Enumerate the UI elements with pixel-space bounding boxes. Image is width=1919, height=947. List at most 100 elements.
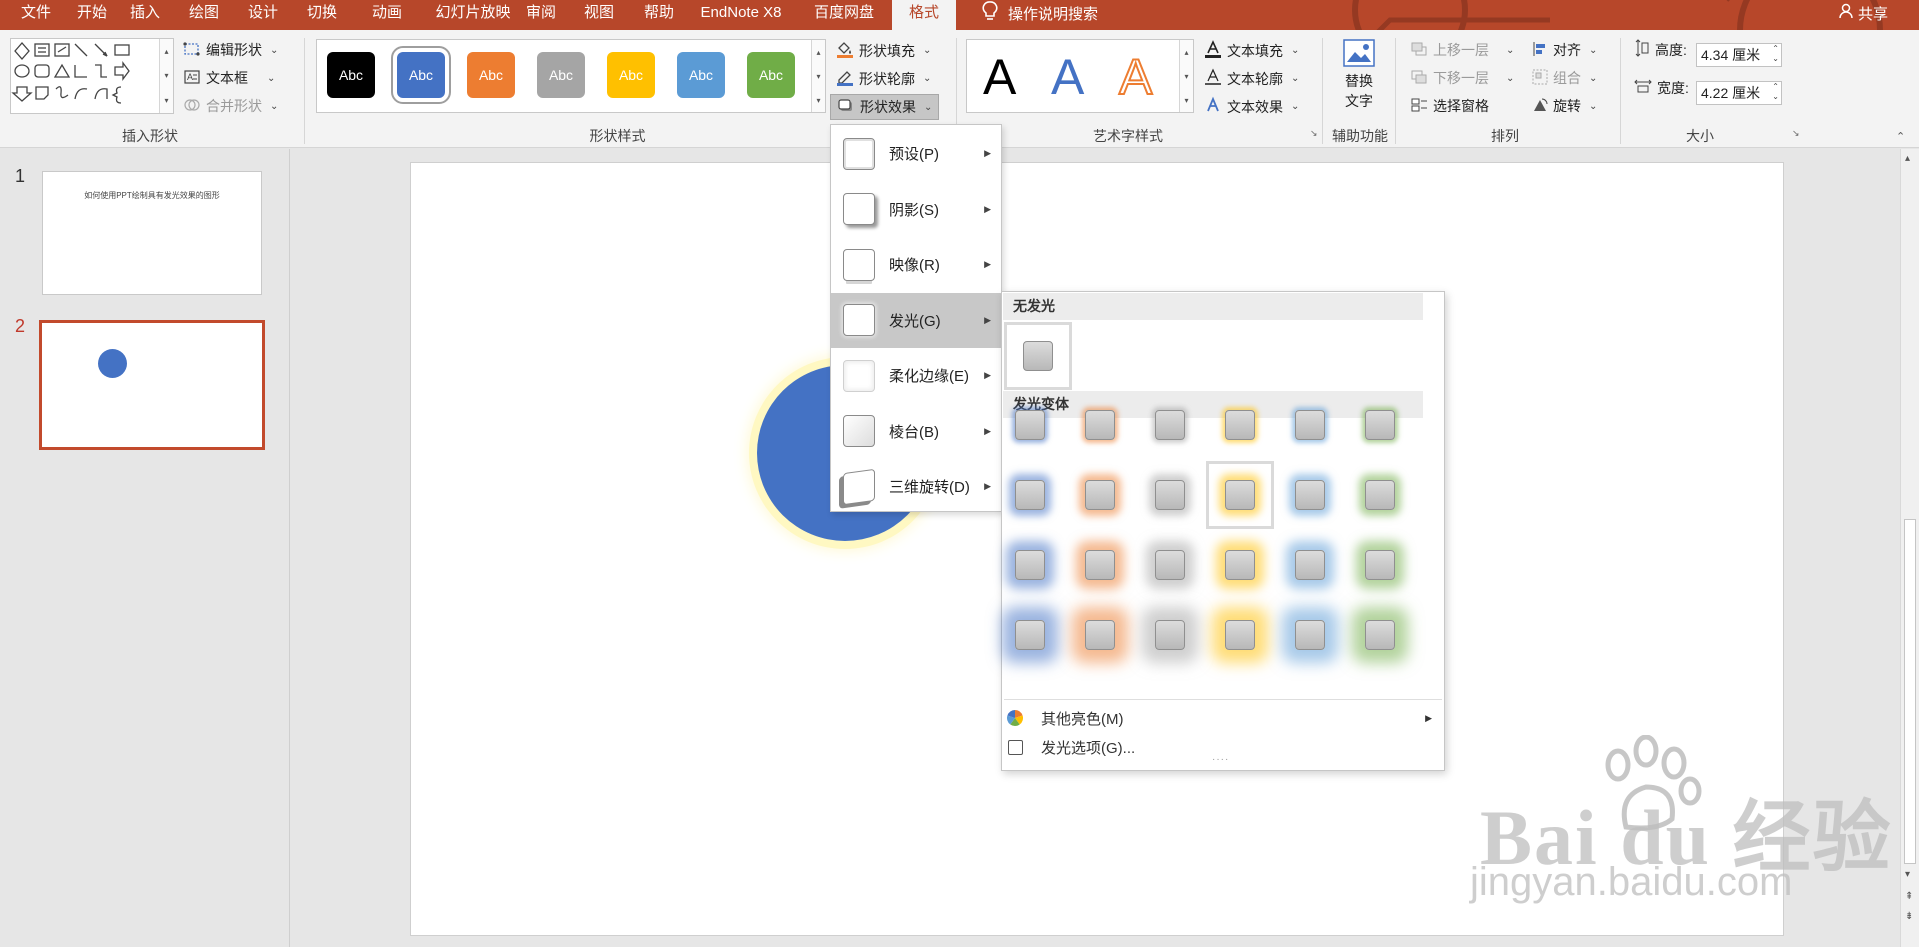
effects-menu-item-4[interactable]: 柔化边缘(E) ▶ — [831, 348, 1001, 403]
tab-1[interactable]: 开始 — [70, 0, 114, 30]
selection-pane-button[interactable]: 选择窗格 — [1410, 96, 1489, 116]
width-input[interactable]: 4.22 厘米 ⌃ ⌄ — [1696, 81, 1782, 105]
glow-variation-option[interactable] — [1295, 550, 1325, 580]
shape-effects-label: 形状效果 — [860, 99, 916, 115]
tab-0[interactable]: 文件 — [10, 0, 62, 30]
effects-menu-item-6[interactable]: 三维旋转(D) ▶ — [831, 459, 1001, 514]
tab-3[interactable]: 绘图 — [182, 0, 226, 30]
wordart-gallery-scroll[interactable]: ▴ ▾ ▾ — [1179, 40, 1193, 112]
tab-4[interactable]: 设计 — [241, 0, 285, 30]
text-box-button[interactable]: A 文本框 ⌄ — [183, 68, 275, 88]
rotate-button[interactable]: 旋转 ⌄ — [1532, 96, 1597, 116]
text-outline-button[interactable]: 文本轮廓 ⌄ — [1204, 68, 1299, 89]
glow-variation-option[interactable] — [1225, 550, 1255, 580]
collapse-ribbon-icon[interactable]: ⌃ — [1896, 130, 1905, 143]
merge-shapes-button[interactable]: 合并形状 ⌄ — [183, 96, 278, 116]
tab-11[interactable]: EndNote X8 — [693, 0, 789, 30]
height-input[interactable]: 4.34 厘米 ⌃ ⌄ — [1696, 43, 1782, 67]
shape-style-swatch[interactable]: Abc — [327, 52, 375, 98]
glow-variation-option[interactable] — [1295, 620, 1325, 650]
wordart-style-black[interactable]: A — [983, 48, 1016, 106]
tab-2[interactable]: 插入 — [123, 0, 167, 30]
shape-fill-button[interactable]: 形状填充 ⌄ — [836, 40, 931, 61]
tab-7[interactable]: 幻灯片放映 — [432, 0, 514, 30]
glow-variation-option[interactable] — [1155, 620, 1185, 650]
glow-variation-option[interactable] — [1155, 550, 1185, 580]
glow-variation-option[interactable] — [1155, 410, 1185, 440]
dialog-launcher-icon[interactable]: ↘ — [1792, 128, 1800, 139]
send-backward-button[interactable]: 下移一层 ⌄ — [1410, 68, 1514, 88]
height-value: 4.34 厘米 — [1701, 47, 1761, 63]
tab-13[interactable]: 格式 — [892, 0, 956, 30]
effects-menu-item-2[interactable]: 映像(R) ▶ — [831, 237, 1001, 292]
glow-variation-option[interactable] — [1015, 550, 1045, 580]
glow-variation-option[interactable] — [1365, 620, 1395, 650]
text-fill-button[interactable]: 文本填充 ⌄ — [1204, 40, 1299, 61]
shape-style-swatch[interactable]: Abc — [747, 52, 795, 98]
resize-grip-icon[interactable]: ···· — [1212, 754, 1229, 765]
glow-variation-option[interactable] — [1085, 620, 1115, 650]
glow-variation-option[interactable] — [1225, 410, 1255, 440]
effects-menu-item-1[interactable]: 阴影(S) ▶ — [831, 182, 1001, 237]
shape-effects-button[interactable]: 形状效果 ⌄ — [830, 94, 940, 120]
shape-styles-gallery[interactable]: Abc Abc Abc Abc Abc Abc Abc ▴ ▾ ▾ — [316, 39, 826, 113]
tab-6[interactable]: 动画 — [358, 0, 416, 30]
scroll-up-arrow-icon[interactable]: ▴ — [1905, 153, 1910, 164]
height-spinner[interactable]: ⌃ ⌄ — [1772, 44, 1779, 64]
glow-variation-option[interactable] — [1365, 480, 1395, 510]
wordart-styles-gallery[interactable]: A A A ▴ ▾ ▾ — [966, 39, 1194, 113]
edit-shape-button[interactable]: 编辑形状 ⌄ — [183, 40, 278, 60]
shape-style-swatch[interactable]: Abc — [537, 52, 585, 98]
glow-variation-option[interactable] — [1155, 480, 1185, 510]
group-label: 组合 — [1553, 70, 1581, 86]
color-wheel-icon — [1006, 709, 1024, 731]
tab-9[interactable]: 视图 — [577, 0, 621, 30]
shape-style-swatch[interactable]: Abc — [677, 52, 725, 98]
align-button[interactable]: 对齐 ⌄ — [1532, 40, 1597, 60]
bring-forward-button[interactable]: 上移一层 ⌄ — [1410, 40, 1514, 60]
group-button[interactable]: 组合 ⌄ — [1532, 68, 1597, 88]
alt-text-button[interactable]: 替换 文字 — [1330, 38, 1388, 111]
width-spinner[interactable]: ⌃ ⌄ — [1772, 82, 1779, 102]
slide-thumbnail-1[interactable]: 如何使用PPT绘制具有发光效果的图形 — [42, 171, 262, 295]
effects-menu-item-5[interactable]: 棱台(B) ▶ — [831, 404, 1001, 459]
glow-variation-option[interactable] — [1015, 620, 1045, 650]
glow-variation-option[interactable] — [1015, 410, 1045, 440]
styles-gallery-scroll[interactable]: ▴ ▾ ▾ — [811, 40, 825, 112]
tab-8[interactable]: 审阅 — [519, 0, 563, 30]
glow-variation-option[interactable] — [1015, 480, 1045, 510]
no-glow-option[interactable] — [1004, 322, 1072, 390]
wordart-style-blue[interactable]: A — [1051, 48, 1084, 106]
tell-me-search[interactable]: 操作说明搜索 — [982, 0, 1098, 30]
glow-variation-option[interactable] — [1225, 620, 1255, 650]
glow-variation-option[interactable] — [1085, 550, 1115, 580]
text-outline-label: 文本轮廓 — [1227, 70, 1283, 87]
shapes-gallery[interactable]: ▴ ▾ ▾ — [10, 38, 174, 114]
glow-variation-option[interactable] — [1365, 410, 1395, 440]
more-glow-colors-item[interactable]: 其他亮色(M) ▶ — [1002, 704, 1444, 732]
tab-12[interactable]: 百度网盘 — [802, 0, 886, 30]
glow-variation-option[interactable] — [1365, 550, 1395, 580]
dialog-launcher-icon[interactable]: ↘ — [1310, 128, 1318, 139]
shape-style-swatch[interactable]: Abc — [467, 52, 515, 98]
glow-variation-option[interactable] — [1295, 480, 1325, 510]
slide-thumbnail-2[interactable] — [39, 320, 265, 450]
shape-outline-button[interactable]: 形状轮廓 ⌄ — [836, 68, 931, 89]
effects-menu-item-3[interactable]: 发光(G) ▶ — [831, 292, 1001, 348]
glow-variation-option[interactable] — [1085, 480, 1115, 510]
group-label-insert-shapes: 插入形状 — [122, 128, 178, 144]
glow-variation-option[interactable] — [1085, 410, 1115, 440]
effects-menu-item-0[interactable]: 预设(P) ▶ — [831, 126, 1001, 181]
shape-style-swatch[interactable]: Abc — [391, 46, 451, 104]
share-button[interactable]: 共享 — [1838, 0, 1888, 30]
glow-variation-option[interactable] — [1295, 410, 1325, 440]
chevron-down-icon: ⌄ — [1291, 45, 1300, 56]
tab-10[interactable]: 帮助 — [637, 0, 681, 30]
text-effects-button[interactable]: 文本效果 ⌄ — [1204, 96, 1299, 117]
edit-shape-icon — [183, 41, 201, 60]
shapes-gallery-scroll[interactable]: ▴ ▾ ▾ — [159, 39, 173, 113]
tab-5[interactable]: 切换 — [300, 0, 344, 30]
no-glow-preview — [1023, 341, 1053, 371]
wordart-style-orange-outline[interactable]: A — [1118, 48, 1153, 106]
shape-style-swatch[interactable]: Abc — [607, 52, 655, 98]
